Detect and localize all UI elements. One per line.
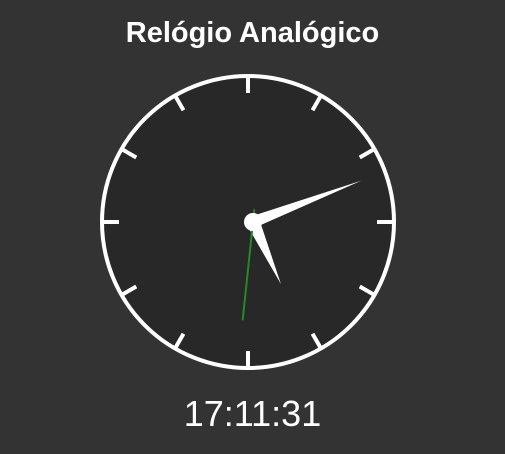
digital-time: 17:11:31 [183, 393, 322, 434]
analog-clock-icon [100, 74, 396, 370]
center-pin [244, 213, 262, 231]
clock-app: Relógio Analógico 17:11:31 [0, 0, 505, 454]
